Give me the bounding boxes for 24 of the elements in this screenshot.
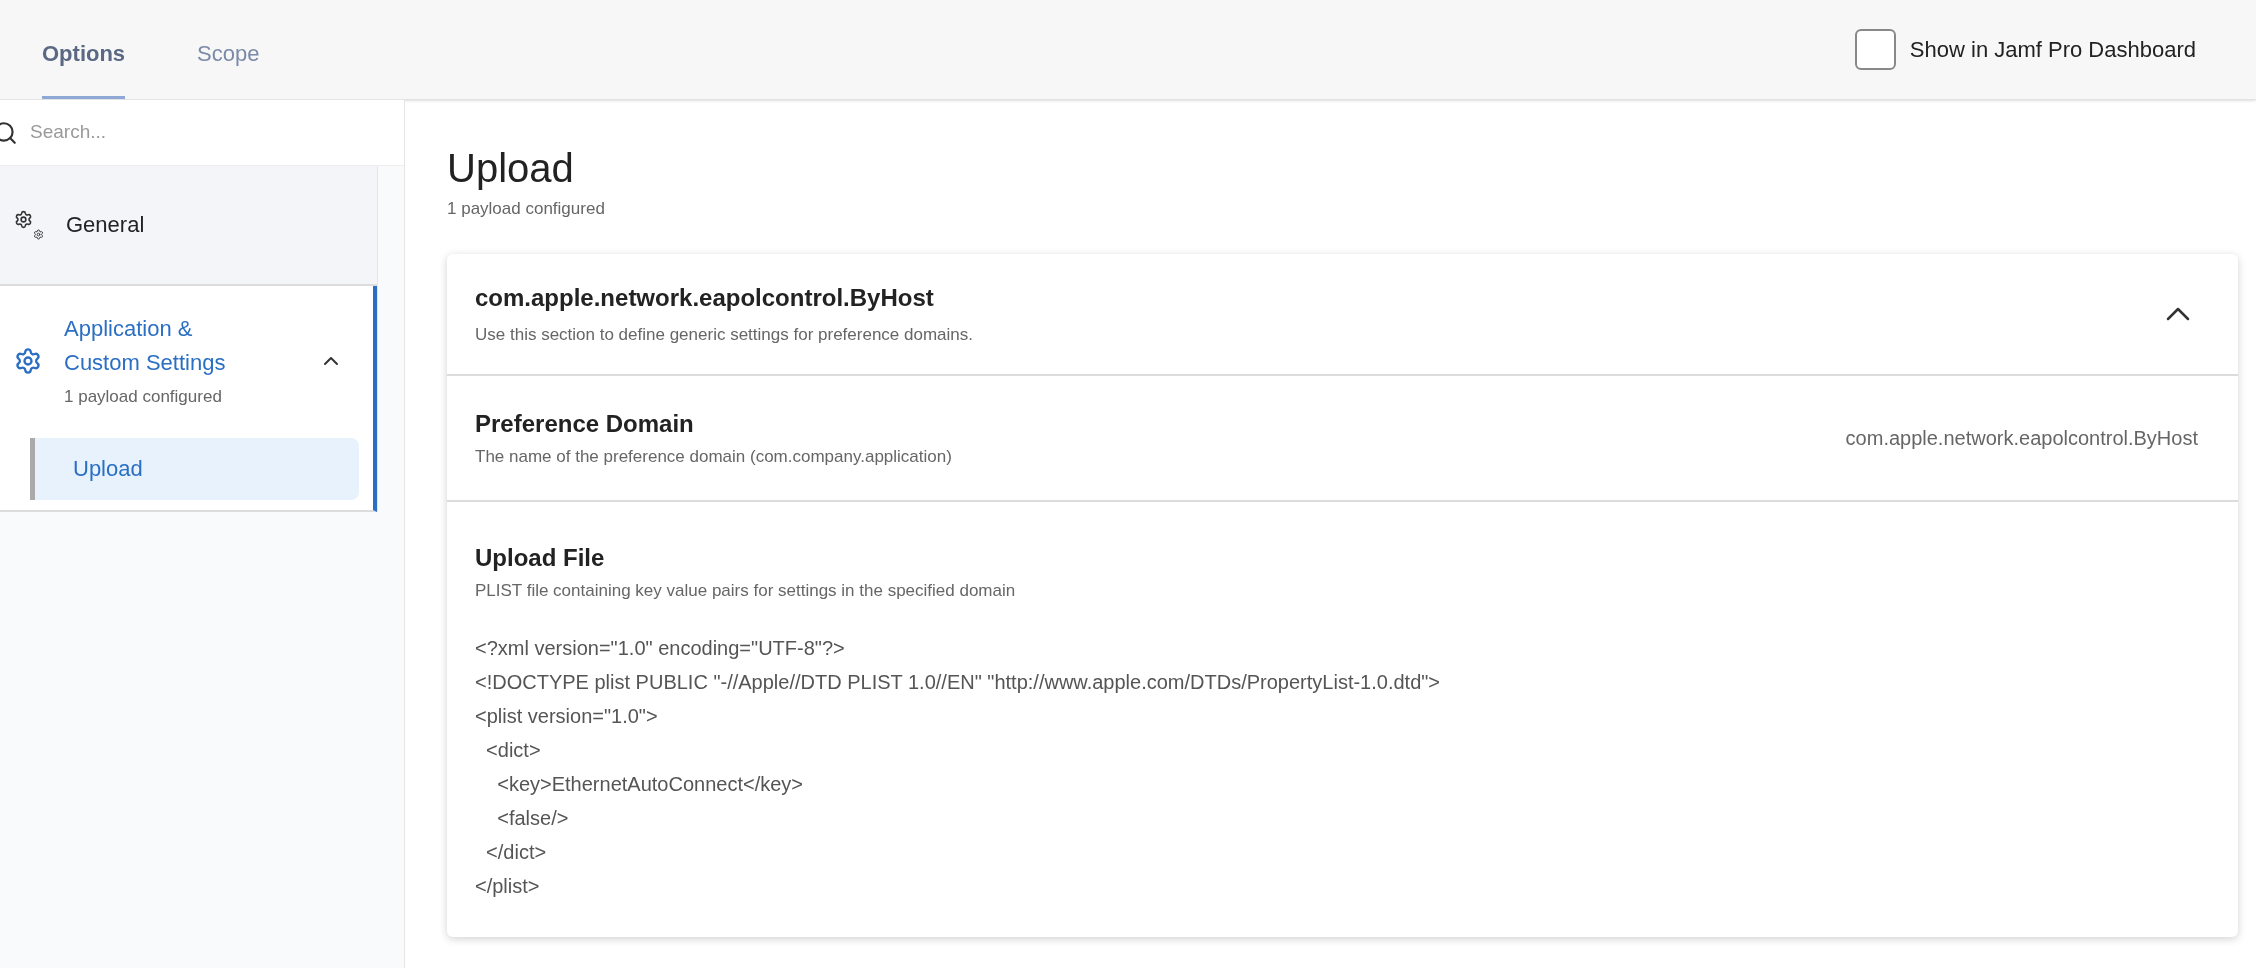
sidebar-item[interactable]: General (0, 166, 377, 286)
field-label: Upload File (475, 542, 606, 573)
sidebar-subitem[interactable]: Upload (30, 437, 359, 500)
card-title: com.apple.network.eapolcontrol.ByHost (475, 282, 935, 313)
sidebar-item-label: General (66, 211, 146, 239)
field-value: com.apple.network.eapolcontrol.ByHost (1845, 425, 2198, 451)
field-description: The name of the preference domain (com.company.application) (475, 445, 952, 468)
card-description: Use this section to define generic settings for preference domains. (475, 323, 973, 346)
gear-icon (14, 346, 42, 375)
field-label: Preference Domain (475, 408, 695, 439)
sidebar-item-label: Application & Custom Settings (64, 315, 227, 377)
tab[interactable]: Scope (197, 37, 260, 99)
sidebar-item[interactable]: Application & Custom Settings 1 payload configured Upload (0, 286, 377, 512)
search-bar[interactable]: Search... (0, 100, 404, 166)
page-title: Upload (447, 145, 575, 192)
checkbox[interactable] (1854, 29, 1896, 70)
gears-icon (14, 210, 44, 240)
checkbox-label: Show in Jamf Pro Dashboard (1909, 36, 2196, 64)
page-subtitle: 1 payload configured (447, 198, 606, 220)
search-icon (0, 119, 18, 146)
search-field[interactable]: Search... (30, 118, 404, 147)
payload-count: 1 payload configured (64, 386, 223, 408)
plist-content: <?xml version="1.0" encoding="UTF-8"?> <!DOCTYPE plist PUBLIC "-//Apple//DTD PLIST 1.0//EN" "http://www.apple.com/DTDs/PropertyList-1.0.dtd"> <plist version="1.0"> <dict> <key>EthernetAutoConnect</key> <false/> </dict> </plist> (475, 636, 1442, 899)
field-description: PLIST file containing key value pairs for settings in the specified domain (475, 579, 1017, 602)
